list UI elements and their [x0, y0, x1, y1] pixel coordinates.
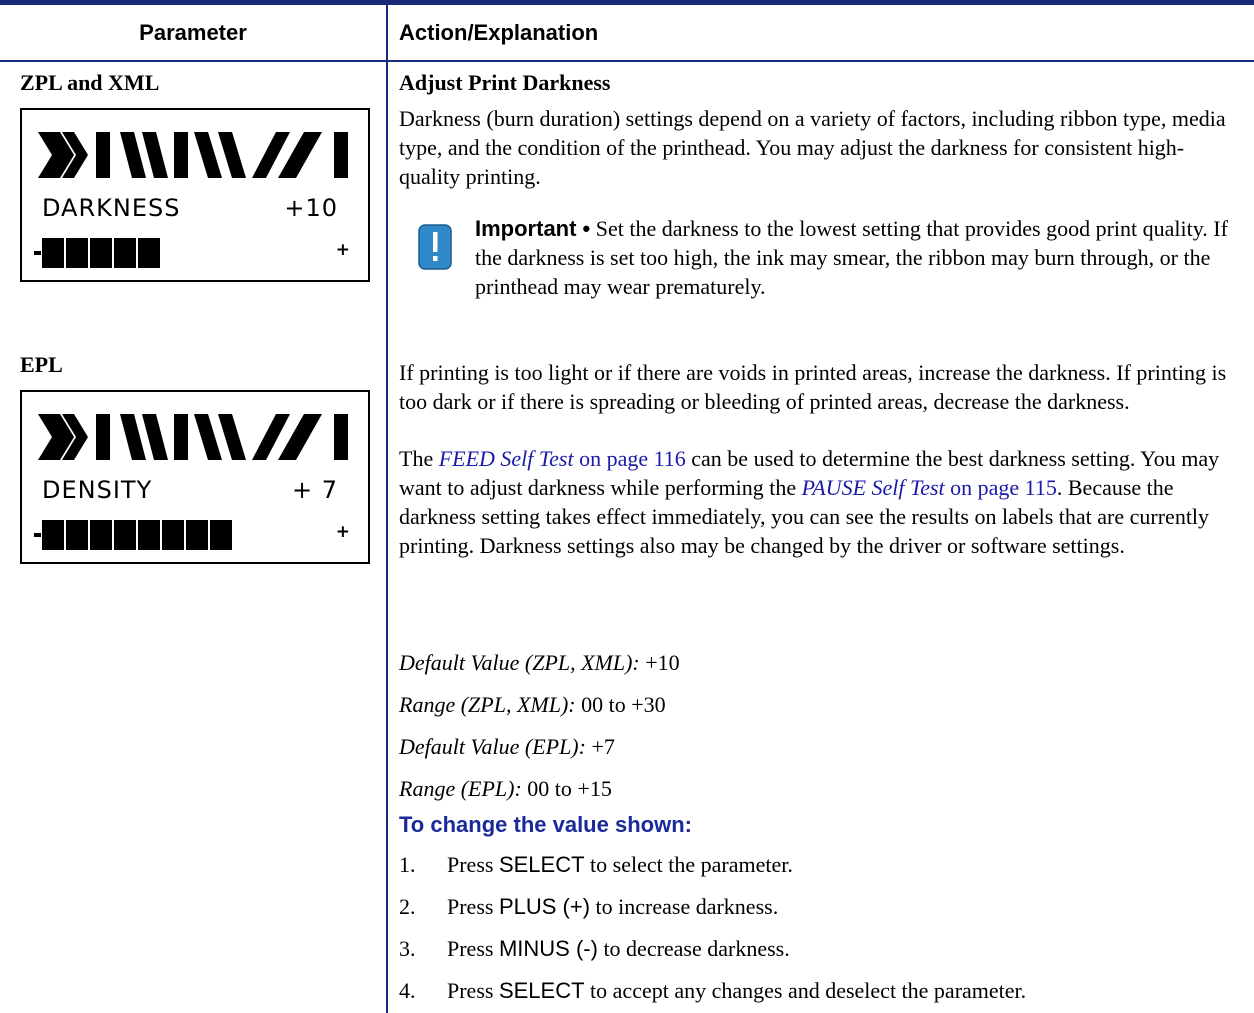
lcd-plus-marker: + — [335, 240, 350, 260]
lcd-minus-marker — [34, 533, 41, 537]
procedure-step: 3. Press MINUS (-) to decrease darkness. — [399, 936, 790, 961]
lcd-minus-marker — [34, 251, 41, 255]
level-block — [90, 520, 112, 550]
level-block — [66, 238, 88, 268]
para-text: The — [399, 446, 439, 471]
default-value-zpl: Default Value (ZPL, XML): +10 — [399, 650, 680, 675]
density-level-bar — [34, 520, 232, 550]
darkness-level-bar — [34, 238, 160, 268]
range-epl: Range (EPL): 00 to +15 — [399, 776, 612, 801]
default-value-epl: Default Value (EPL): +7 — [399, 734, 615, 759]
level-block — [42, 238, 64, 268]
procedure-step: 2. Press PLUS (+) to increase darkness. — [399, 894, 779, 919]
level-block — [114, 238, 136, 268]
level-block — [66, 520, 88, 550]
lcd-plus-marker: + — [335, 522, 350, 542]
level-block — [90, 238, 112, 268]
zebra-logo-icon — [38, 414, 348, 460]
table-column-rule — [386, 0, 388, 1013]
procedure-step: 4. Press SELECT to accept any changes and… — [399, 978, 1027, 1003]
important-icon — [418, 224, 452, 270]
level-block — [42, 520, 64, 550]
level-block — [162, 520, 184, 550]
section-title: Adjust Print Darkness — [399, 70, 611, 95]
level-block — [138, 520, 160, 550]
level-block — [114, 520, 136, 550]
important-label: Important • — [475, 216, 591, 241]
zpl-lcd-display: DARKNESS +10 + — [20, 108, 370, 282]
darkness-label: DARKNESS — [42, 194, 181, 222]
range-zpl: Range (ZPL, XML): 00 to +30 — [399, 692, 666, 717]
self-test-paragraph: The FEED Self Test on page 116 can be us… — [399, 444, 1241, 560]
level-block — [138, 238, 160, 268]
density-value: + 7 — [291, 476, 338, 504]
epl-lcd-display: DENSITY + 7 + — [20, 390, 370, 564]
level-block — [186, 520, 208, 550]
table-header-rule — [0, 60, 1254, 62]
density-label: DENSITY — [42, 476, 153, 504]
intro-paragraph: Darkness (burn duration) settings depend… — [399, 106, 1226, 189]
zpl-mode-label: ZPL and XML — [20, 70, 160, 95]
header-parameter: Parameter — [139, 20, 247, 45]
zebra-logo-icon — [38, 132, 348, 178]
procedure-step: 1. Press SELECT to select the parameter. — [399, 852, 793, 877]
darkness-guidance-paragraph: If printing is too light or if there are… — [399, 360, 1227, 414]
pause-self-test-link[interactable]: PAUSE Self Test on page 115 — [802, 475, 1057, 500]
important-note: Important • Set the darkness to the lowe… — [475, 214, 1245, 301]
level-block — [210, 520, 232, 550]
feed-self-test-link[interactable]: FEED Self Test on page 116 — [439, 446, 686, 471]
darkness-value: +10 — [284, 194, 338, 222]
epl-mode-label: EPL — [20, 352, 63, 377]
header-action: Action/Explanation — [399, 20, 599, 45]
procedure-title: To change the value shown: — [399, 812, 692, 837]
table-top-rule — [0, 0, 1254, 5]
